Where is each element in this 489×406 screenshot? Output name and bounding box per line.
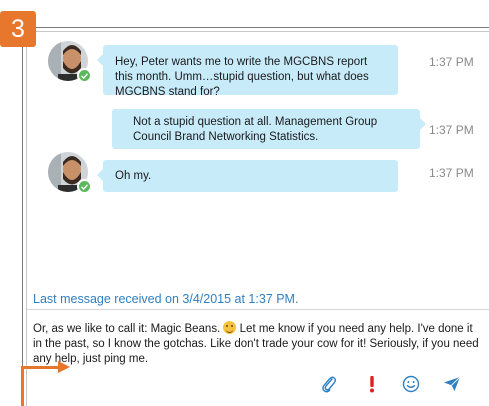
smiley-icon (402, 375, 420, 393)
emoticons-button[interactable] (400, 373, 422, 395)
presence-available-icon (77, 68, 92, 83)
mark-important-button[interactable] (361, 373, 383, 395)
exclamation-icon (370, 376, 374, 393)
window-frame-top (22, 27, 489, 28)
callout-arrow-line (21, 366, 61, 369)
message-bubble-incoming[interactable]: Oh my. (97, 160, 398, 192)
send-icon (444, 376, 461, 391)
pane-border-left (26, 31, 27, 406)
compose-text: Or, as we like to call it: Magic Beans. (33, 323, 224, 335)
attach-file-button[interactable] (318, 373, 340, 395)
smiley-emoticon-icon (223, 321, 237, 334)
paperclip-icon (322, 376, 336, 393)
message-timestamp: 1:37 PM (429, 123, 474, 137)
callout-arrow-line (21, 367, 24, 406)
message-text: Not a stupid question at all. Management… (133, 116, 378, 143)
pane-border-top (26, 31, 489, 32)
message-timestamp: 1:37 PM (429, 166, 474, 180)
message-text: Hey, Peter wants me to write the MGCBNS … (115, 56, 369, 98)
message-timestamp: 1:37 PM (429, 55, 474, 69)
message-compose-input[interactable]: Or, as we like to call it: Magic Beans. … (33, 321, 483, 367)
last-message-status: Last message received on 3/4/2015 at 1:3… (33, 292, 299, 306)
window-frame-left (22, 27, 23, 406)
send-message-button[interactable] (441, 373, 463, 395)
compose-divider (27, 309, 489, 310)
message-text: Oh my. (115, 170, 152, 182)
callout-arrow-head-icon (58, 361, 70, 373)
message-bubble-incoming[interactable]: Hey, Peter wants me to write the MGCBNS … (97, 45, 398, 98)
step-number-badge: 3 (0, 11, 36, 47)
presence-available-icon (77, 179, 92, 194)
message-bubble-outgoing[interactable]: Not a stupid question at all. Management… (112, 109, 426, 149)
